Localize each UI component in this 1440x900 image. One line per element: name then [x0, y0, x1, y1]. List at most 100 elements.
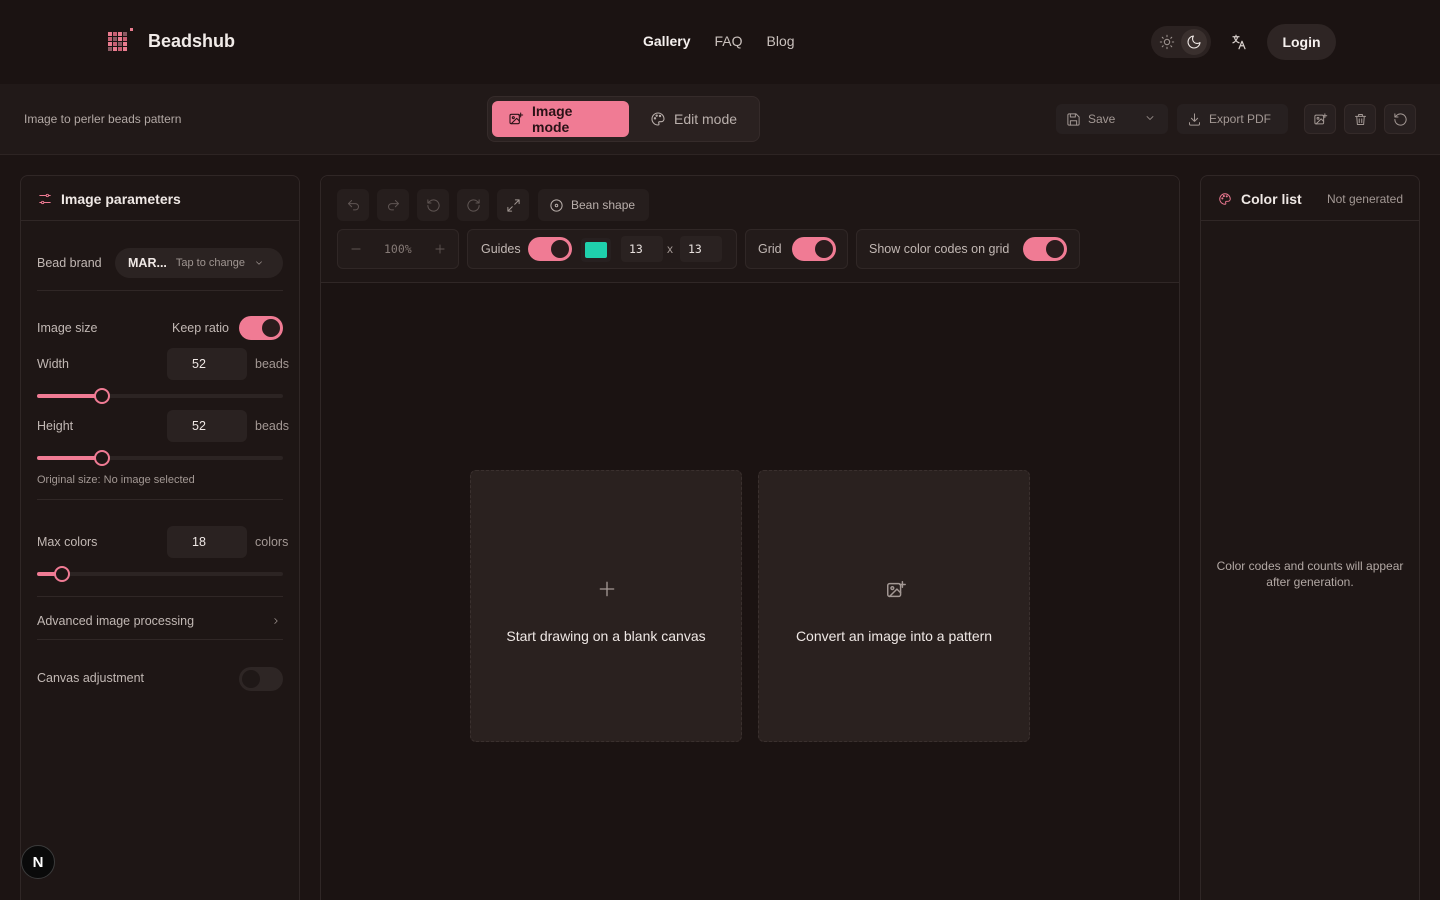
dev-tools-badge[interactable]: N: [21, 845, 55, 879]
palette-icon: [1218, 192, 1232, 206]
download-icon: [1187, 112, 1202, 127]
guide-rows-input[interactable]: 13: [680, 236, 722, 262]
color-list-title: Color list: [1241, 191, 1302, 207]
zoom-control: 100%: [337, 229, 459, 269]
divider: [37, 596, 283, 597]
color-codes-control: Show color codes on grid: [856, 229, 1080, 269]
page-toolbar: Image to perler beads pattern Image mode…: [0, 84, 1440, 155]
edit-mode-label: Edit mode: [674, 111, 738, 127]
slider-thumb[interactable]: [94, 450, 111, 466]
color-list-panel: Color list Not generated Color codes and…: [1200, 175, 1420, 900]
slider-thumb[interactable]: [94, 388, 111, 404]
plus-icon: [597, 579, 617, 599]
translate-icon[interactable]: [1230, 33, 1248, 51]
height-label: Height: [37, 419, 74, 433]
rotate-right-icon: [466, 198, 481, 213]
canvas-adjustment-toggle[interactable]: [239, 667, 283, 691]
nav-gallery[interactable]: Gallery: [643, 33, 690, 49]
zoom-value: 100%: [384, 242, 412, 256]
image-edit-icon: [508, 111, 524, 127]
redo-button[interactable]: [377, 189, 409, 221]
convert-image-label: Convert an image into a pattern: [795, 628, 993, 644]
color-list-header: Color list Not generated: [1201, 176, 1419, 221]
slider-thumb[interactable]: [53, 566, 70, 582]
moon-icon: [1186, 34, 1202, 50]
brand-name[interactable]: Beadshub: [148, 31, 235, 52]
height-input[interactable]: 52: [167, 410, 247, 442]
redo-icon: [386, 198, 401, 213]
image-add-icon: [885, 579, 906, 599]
edit-mode-button[interactable]: Edit mode: [634, 101, 753, 137]
bead-brand-select[interactable]: MAR... Tap to change: [115, 248, 283, 278]
guides-toggle[interactable]: [528, 237, 572, 261]
zoom-in-icon[interactable]: [433, 242, 447, 256]
divider: [37, 639, 283, 640]
color-list-status: Not generated: [1326, 192, 1403, 206]
rotate-left-icon: [426, 198, 441, 213]
save-button[interactable]: Save: [1056, 104, 1168, 134]
beadshub-logo-icon[interactable]: [106, 28, 134, 56]
image-mode-label: Image mode: [532, 103, 573, 135]
max-colors-input[interactable]: 18: [167, 526, 247, 558]
bead-brand-label: Bead brand: [37, 256, 102, 270]
show-codes-toggle[interactable]: [1023, 237, 1067, 261]
moon-button[interactable]: [1181, 29, 1207, 55]
guides-control: Guides 13 x 13: [467, 229, 737, 269]
undo-button[interactable]: [337, 189, 369, 221]
reset-button[interactable]: [1384, 104, 1416, 134]
save-label: Save: [1088, 112, 1116, 126]
nav-blog[interactable]: Blog: [767, 33, 795, 49]
grid-toggle[interactable]: [792, 237, 836, 261]
height-unit: beads: [255, 419, 290, 433]
width-slider[interactable]: [37, 388, 283, 404]
height-slider[interactable]: [37, 450, 283, 466]
canvas-workspace: Bean shape 100% Guides 13 x 13 Grid Show…: [320, 175, 1180, 900]
keep-ratio-toggle[interactable]: [239, 316, 283, 340]
guide-columns-input[interactable]: 13: [621, 236, 663, 262]
width-input[interactable]: 52: [167, 348, 247, 380]
sun-icon[interactable]: [1159, 34, 1175, 50]
bean-circle-icon: [549, 198, 564, 213]
canvas-adjustment-label: Canvas adjustment: [37, 671, 145, 685]
rotate-right-button[interactable]: [457, 189, 489, 221]
save-icon: [1066, 112, 1081, 127]
advanced-processing-toggle[interactable]: Advanced image processing: [37, 614, 194, 628]
chevron-down-icon: [254, 258, 264, 268]
add-image-button[interactable]: [1304, 104, 1336, 134]
guide-color-swatch: [585, 242, 607, 258]
blank-canvas-card[interactable]: Start drawing on a blank canvas: [470, 470, 742, 742]
guide-times-sign: x: [667, 242, 673, 256]
grid-control: Grid: [745, 229, 848, 269]
delete-button[interactable]: [1344, 104, 1376, 134]
page-caption: Image to perler beads pattern: [24, 112, 182, 126]
chevron-right-icon[interactable]: [271, 616, 281, 626]
divider: [37, 499, 283, 500]
width-label: Width: [37, 357, 69, 371]
fullscreen-button[interactable]: [497, 189, 529, 221]
main-nav: Gallery FAQ Blog: [643, 33, 795, 49]
rotate-left-button[interactable]: [417, 189, 449, 221]
login-button[interactable]: Login: [1267, 24, 1336, 60]
export-pdf-button[interactable]: Export PDF: [1177, 104, 1288, 134]
color-list-empty-text: Color codes and counts will appear after…: [1216, 559, 1404, 589]
grid-label: Grid: [758, 242, 782, 256]
image-mode-button[interactable]: Image mode: [492, 101, 629, 137]
undo-icon: [346, 198, 361, 213]
sliders-icon: [38, 192, 52, 206]
convert-image-card[interactable]: Convert an image into a pattern: [758, 470, 1030, 742]
bean-shape-button[interactable]: Bean shape: [538, 189, 649, 221]
panel-title: Image parameters: [61, 191, 181, 207]
zoom-out-icon[interactable]: [349, 242, 363, 256]
max-colors-slider[interactable]: [37, 566, 283, 582]
chevron-down-icon[interactable]: [1144, 112, 1156, 124]
image-parameters-panel: Image parameters Bead brand MAR... Tap t…: [20, 175, 300, 900]
keep-ratio-label: Keep ratio: [172, 321, 229, 335]
width-unit: beads: [255, 357, 290, 371]
image-size-label: Image size: [37, 321, 98, 335]
reset-icon: [1393, 112, 1408, 127]
nav-faq[interactable]: FAQ: [714, 33, 742, 49]
guides-label: Guides: [481, 242, 521, 256]
theme-toggle[interactable]: [1151, 26, 1211, 58]
max-colors-label: Max colors: [37, 535, 98, 549]
guide-color-picker[interactable]: [581, 238, 611, 262]
